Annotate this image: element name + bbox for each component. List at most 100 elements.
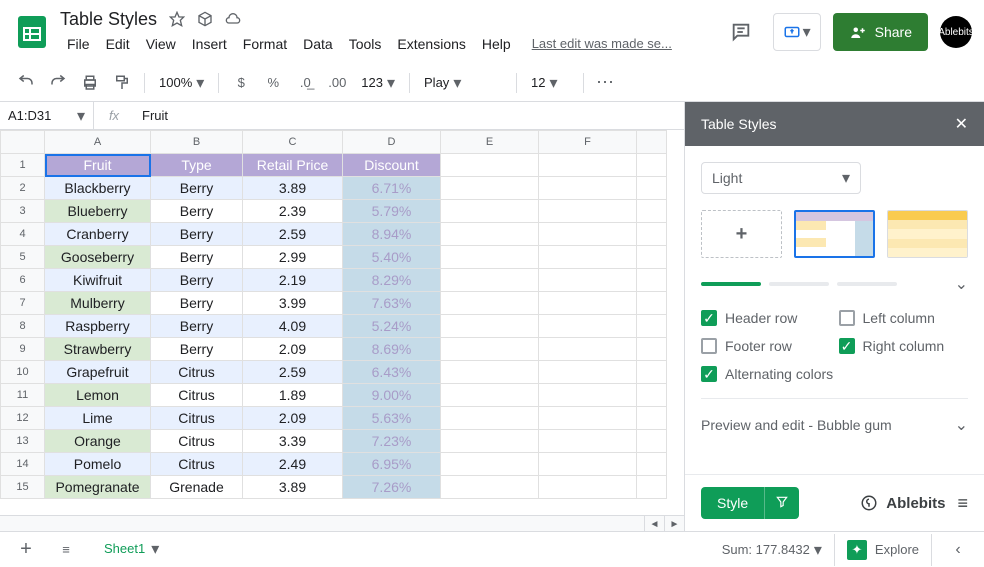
cell[interactable]: 2.59: [243, 361, 343, 384]
print-icon[interactable]: [76, 69, 104, 97]
cell[interactable]: 6.71%: [343, 177, 441, 200]
row-header[interactable]: 2: [1, 177, 45, 200]
cell[interactable]: Blackberry: [45, 177, 151, 200]
redo-icon[interactable]: [44, 69, 72, 97]
cell[interactable]: 3.39: [243, 430, 343, 453]
style-filter-button[interactable]: [764, 487, 799, 519]
doc-title[interactable]: Table Styles: [60, 9, 157, 30]
cell[interactable]: 6.95%: [343, 453, 441, 476]
last-edit-link[interactable]: Last edit was made se...: [532, 36, 672, 51]
cell[interactable]: Lime: [45, 407, 151, 430]
cell[interactable]: 3.89: [243, 476, 343, 499]
cell[interactable]: Berry: [151, 269, 243, 292]
cell[interactable]: Berry: [151, 338, 243, 361]
cell[interactable]: 8.29%: [343, 269, 441, 292]
cell[interactable]: Pomelo: [45, 453, 151, 476]
share-button[interactable]: Share: [833, 13, 928, 51]
cell[interactable]: 2.49: [243, 453, 343, 476]
formula-bar[interactable]: Fruit: [134, 108, 684, 123]
number-format-select[interactable]: 123▾: [355, 69, 401, 97]
cell[interactable]: 2.09: [243, 407, 343, 430]
cell[interactable]: Grapefruit: [45, 361, 151, 384]
menu-file[interactable]: File: [60, 32, 97, 56]
cell[interactable]: 2.39: [243, 200, 343, 223]
add-sheet-icon[interactable]: +: [12, 536, 40, 564]
sum-display[interactable]: Sum: 177.8432▾: [722, 540, 822, 560]
pager-dot[interactable]: [837, 282, 897, 286]
row-header[interactable]: 14: [1, 453, 45, 476]
row-header[interactable]: 6: [1, 269, 45, 292]
table-header-cell[interactable]: Retail Price: [243, 154, 343, 177]
cell[interactable]: Citrus: [151, 430, 243, 453]
cell[interactable]: 8.94%: [343, 223, 441, 246]
star-icon[interactable]: [169, 11, 185, 27]
cell[interactable]: Berry: [151, 246, 243, 269]
more-tools-icon[interactable]: ⋯: [592, 69, 620, 97]
currency-icon[interactable]: $: [227, 69, 255, 97]
increase-decimal-icon[interactable]: .00: [323, 69, 351, 97]
cell[interactable]: 7.23%: [343, 430, 441, 453]
cell[interactable]: 8.69%: [343, 338, 441, 361]
menu-extensions[interactable]: Extensions: [390, 32, 472, 56]
avatar[interactable]: Ablebits: [940, 16, 972, 48]
row-header[interactable]: 13: [1, 430, 45, 453]
row-header[interactable]: 12: [1, 407, 45, 430]
move-icon[interactable]: [197, 11, 213, 27]
cell[interactable]: 2.59: [243, 223, 343, 246]
cell[interactable]: 5.24%: [343, 315, 441, 338]
cell[interactable]: Citrus: [151, 384, 243, 407]
check-left-column[interactable]: Left column: [839, 310, 969, 326]
scroll-left-icon[interactable]: ◄: [644, 516, 664, 531]
cell[interactable]: Berry: [151, 315, 243, 338]
check-alternating-colors[interactable]: ✓Alternating colors: [701, 366, 968, 382]
col-header[interactable]: A: [45, 131, 151, 154]
cell[interactable]: Cranberry: [45, 223, 151, 246]
cell[interactable]: Strawberry: [45, 338, 151, 361]
menu-icon[interactable]: ≡: [957, 493, 968, 514]
chevron-down-icon[interactable]: ⌄: [955, 274, 968, 294]
cell[interactable]: Citrus: [151, 407, 243, 430]
col-header[interactable]: E: [441, 131, 539, 154]
cell[interactable]: 1.89: [243, 384, 343, 407]
font-size-select[interactable]: 12▾: [525, 69, 575, 97]
cell[interactable]: 2.19: [243, 269, 343, 292]
table-header-cell[interactable]: Type: [151, 154, 243, 177]
menu-view[interactable]: View: [139, 32, 183, 56]
row-header[interactable]: 5: [1, 246, 45, 269]
preview-edit-row[interactable]: Preview and edit - Bubble gum ⌄: [701, 415, 968, 435]
col-header[interactable]: D: [343, 131, 441, 154]
sheet-tab[interactable]: Sheet1▾: [92, 533, 171, 567]
cell[interactable]: Raspberry: [45, 315, 151, 338]
row-header[interactable]: 11: [1, 384, 45, 407]
decrease-decimal-icon[interactable]: .0̲: [291, 69, 319, 97]
cloud-icon[interactable]: [225, 11, 241, 27]
cell[interactable]: Citrus: [151, 361, 243, 384]
percent-icon[interactable]: %: [259, 69, 287, 97]
row-header[interactable]: 8: [1, 315, 45, 338]
present-button[interactable]: ▾: [773, 13, 821, 51]
comments-icon[interactable]: [721, 12, 761, 52]
col-header[interactable]: F: [539, 131, 637, 154]
template-bubble-gum[interactable]: [794, 210, 875, 258]
check-header-row[interactable]: ✓Header row: [701, 310, 831, 326]
cell[interactable]: 5.79%: [343, 200, 441, 223]
apply-style-button[interactable]: Style: [701, 487, 764, 519]
collapse-icon[interactable]: ‹: [944, 536, 972, 564]
spreadsheet-grid[interactable]: ABCDEF1FruitTypeRetail PriceDiscount2Bla…: [0, 130, 684, 515]
menu-data[interactable]: Data: [296, 32, 340, 56]
col-header[interactable]: C: [243, 131, 343, 154]
template-yellow[interactable]: [887, 210, 968, 258]
cell[interactable]: Berry: [151, 292, 243, 315]
row-header[interactable]: 15: [1, 476, 45, 499]
ablebits-brand[interactable]: Ablebits ≡: [860, 493, 968, 514]
cell[interactable]: 7.26%: [343, 476, 441, 499]
cell[interactable]: 2.99: [243, 246, 343, 269]
row-header[interactable]: 4: [1, 223, 45, 246]
table-header-cell[interactable]: Fruit: [45, 154, 151, 177]
pager-dot[interactable]: [769, 282, 829, 286]
add-template-button[interactable]: +: [701, 210, 782, 258]
scroll-right-icon[interactable]: ►: [664, 516, 684, 531]
table-header-cell[interactable]: Discount: [343, 154, 441, 177]
menu-insert[interactable]: Insert: [185, 32, 234, 56]
paint-format-icon[interactable]: [108, 69, 136, 97]
